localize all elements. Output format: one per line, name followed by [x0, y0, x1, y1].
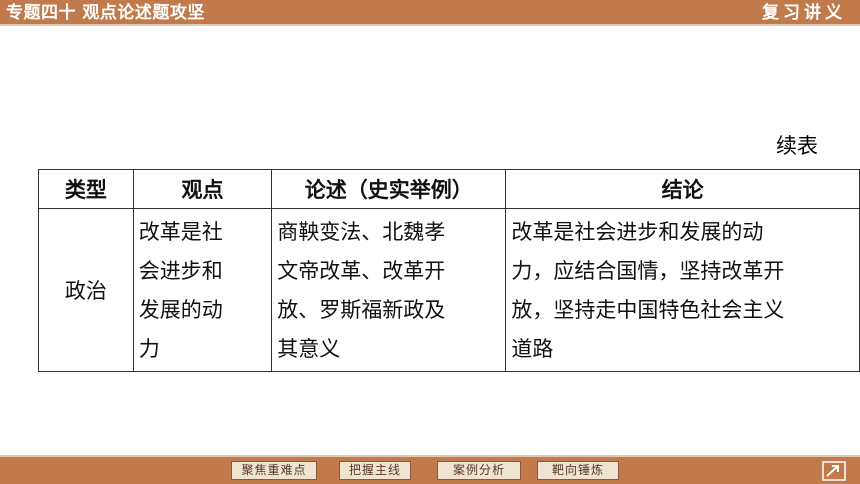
footer-bar: 聚焦重难点 把握主线 案例分析 靶向锤炼	[0, 455, 860, 484]
content-table: 类型 观点 论述（史实举例） 结论 政治 改革是社 会进步和 发展的动 力 商鞅…	[38, 169, 860, 372]
nav-button-practice[interactable]: 靶向锤炼	[537, 461, 619, 480]
table-header-row: 类型 观点 论述（史实举例） 结论	[38, 169, 860, 209]
cell-argument: 商鞅变法、北魏孝 文帝改革、改革开 放、罗斯福新政及 其意义	[271, 208, 507, 372]
header-bar: 专题四十 观点论述题攻坚 复习讲义	[0, 0, 860, 26]
conclusion-line: 放，坚持走中国特色社会主义	[511, 298, 785, 322]
topic-title: 专题四十 观点论述题攻坚	[6, 3, 205, 23]
header-argument: 论述（史实举例）	[271, 169, 507, 209]
nav-button-focus[interactable]: 聚焦重难点	[231, 461, 317, 480]
argument-line: 其意义	[277, 337, 341, 361]
section-label: 复习讲义	[762, 3, 846, 23]
cell-type: 政治	[38, 208, 134, 372]
viewpoint-line: 发展的动	[138, 298, 223, 322]
conclusion-line: 力，应结合国情，坚持改革开	[511, 259, 785, 283]
header-viewpoint: 观点	[132, 169, 273, 209]
argument-line: 文帝改革、改革开	[277, 259, 446, 283]
header-conclusion: 结论	[505, 169, 860, 209]
conclusion-line: 道路	[511, 337, 554, 361]
header-type: 类型	[38, 169, 134, 209]
continued-label: 续表	[776, 134, 818, 158]
argument-line: 放、罗斯福新政及	[277, 298, 446, 322]
table-row: 政治 改革是社 会进步和 发展的动 力 商鞅变法、北魏孝 文帝改革、改革开 放、…	[38, 208, 860, 372]
cell-viewpoint: 改革是社 会进步和 发展的动 力	[132, 208, 273, 372]
conclusion-line: 改革是社会进步和发展的动	[511, 220, 764, 244]
viewpoint-line: 会进步和	[138, 259, 223, 283]
cell-conclusion: 改革是社会进步和发展的动 力，应结合国情，坚持改革开 放，坚持走中国特色社会主义…	[505, 208, 860, 372]
viewpoint-line: 改革是社	[138, 220, 223, 244]
return-arrow-icon[interactable]	[822, 461, 846, 481]
argument-line: 商鞅变法、北魏孝	[277, 220, 446, 244]
nav-button-cases[interactable]: 案例分析	[437, 461, 521, 480]
nav-button-mainline[interactable]: 把握主线	[339, 461, 411, 480]
viewpoint-line: 力	[138, 337, 160, 361]
